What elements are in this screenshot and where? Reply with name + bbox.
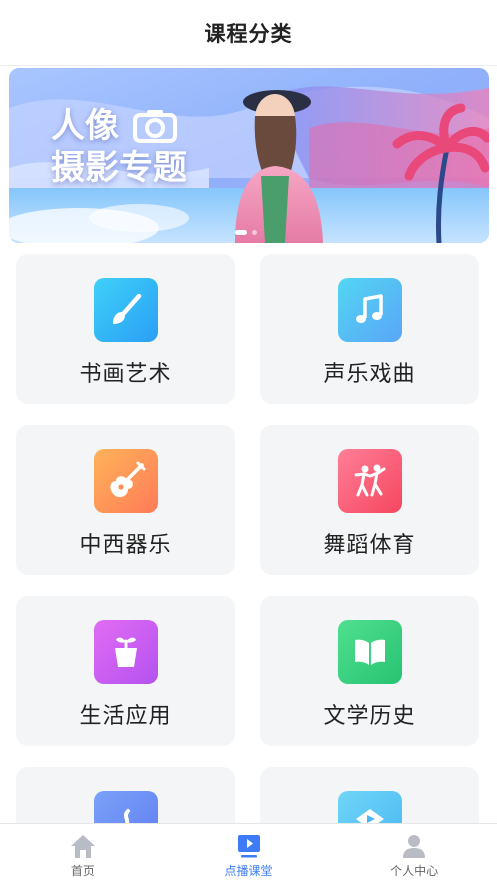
category-icon-bg — [337, 278, 402, 342]
category-card-instruments[interactable]: 中西器乐 — [16, 425, 235, 575]
category-card-vocal-opera[interactable]: 声乐戏曲 — [260, 254, 479, 404]
category-card-life-skills[interactable]: 生活应用 — [16, 596, 235, 746]
banner-title-line2: 摄影专题 — [51, 148, 187, 188]
category-card-literature-history[interactable]: 文学历史 — [260, 596, 479, 746]
tab-label-home: 首页 — [70, 864, 95, 878]
banner-dot[interactable] — [252, 230, 257, 235]
category-icon-bg — [93, 449, 158, 513]
tab-profile[interactable]: 个人中心 — [331, 824, 497, 883]
category-icon-bg — [337, 449, 402, 513]
category-icon-bg — [93, 278, 158, 342]
music-note-icon — [355, 294, 383, 323]
bottom-tab-bar: 首页 点播课堂 个人中心 — [0, 823, 497, 883]
guitar-icon — [109, 461, 145, 498]
category-label: 舞蹈体育 — [323, 533, 416, 558]
category-label: 声乐戏曲 — [323, 362, 416, 387]
plant-pot-icon — [114, 637, 137, 667]
tab-home[interactable]: 首页 — [0, 824, 166, 883]
nav-header: 课程分类 — [0, 0, 497, 66]
person-icon — [403, 835, 426, 858]
category-icon-bg — [337, 620, 402, 684]
banner-headline: 人像 摄影专题 — [51, 106, 187, 190]
dancers-icon — [354, 464, 385, 497]
category-icon-bg — [93, 620, 158, 684]
category-card-dance-sports[interactable]: 舞蹈体育 — [260, 425, 479, 575]
book-icon — [354, 639, 385, 665]
brush-icon — [112, 293, 141, 324]
tab-label-vod: 点播课堂 — [224, 864, 273, 878]
page: 课程分类 人像 摄影专题 书画艺术 声乐戏曲 中西器乐 舞蹈体育 生活应用 文学… — [0, 0, 497, 883]
camera-icon — [133, 110, 177, 143]
home-icon — [70, 835, 95, 858]
tab-label-profile: 个人中心 — [390, 864, 439, 878]
banner-dot-active[interactable] — [235, 230, 247, 235]
promo-banner[interactable]: 人像 摄影专题 — [9, 68, 489, 243]
play-screen-icon — [237, 835, 260, 858]
category-label: 书画艺术 — [79, 362, 172, 387]
category-label: 文学历史 — [323, 704, 416, 729]
tab-vod-classroom[interactable]: 点播课堂 — [166, 824, 332, 883]
banner-pagination — [235, 230, 257, 235]
page-title: 课程分类 — [204, 21, 293, 46]
banner-title-line1: 人像 — [51, 106, 119, 146]
category-card-calligraphy[interactable]: 书画艺术 — [16, 254, 235, 404]
category-label: 生活应用 — [79, 704, 172, 729]
category-label: 中西器乐 — [79, 533, 172, 558]
